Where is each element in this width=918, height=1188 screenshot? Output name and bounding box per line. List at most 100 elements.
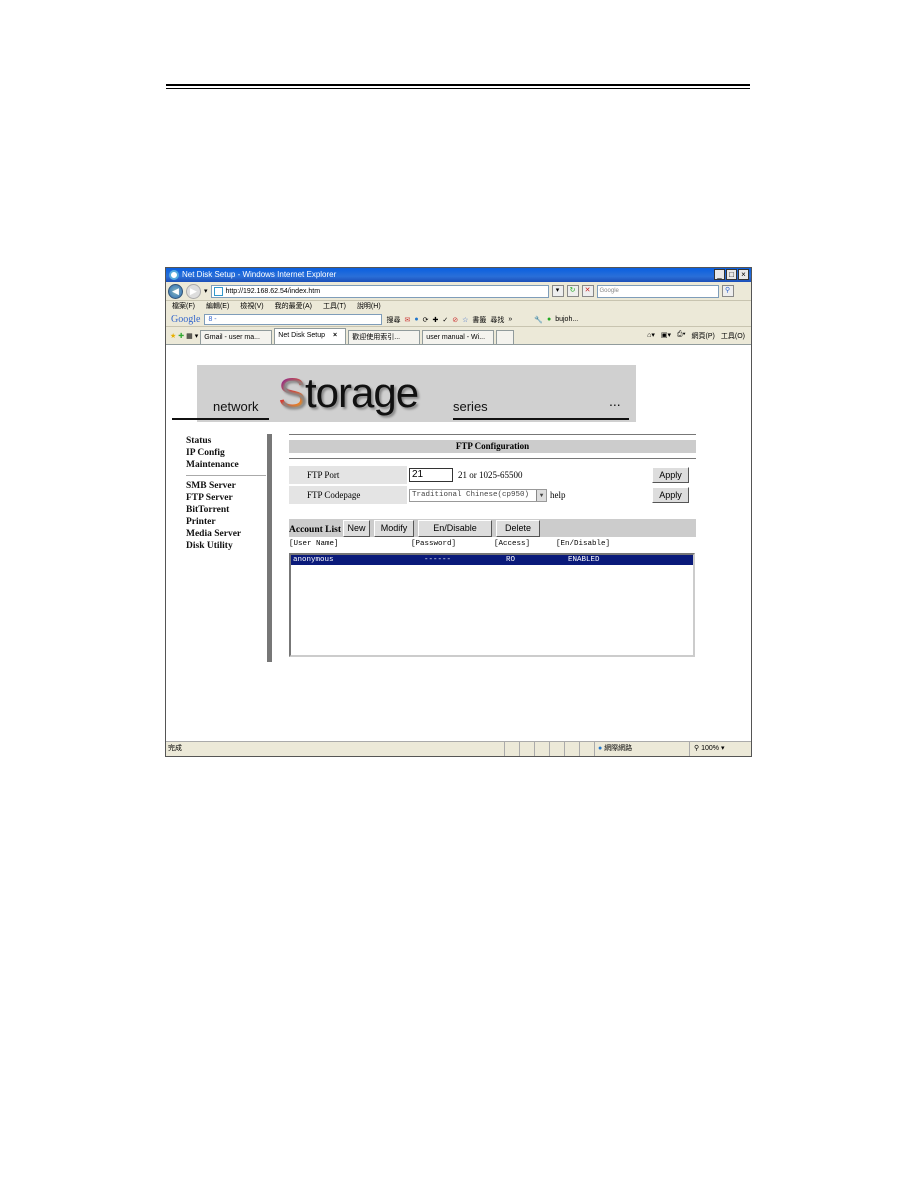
account-listbox[interactable]: anonymous ------ RO ENABLED [289, 553, 695, 657]
menu-edit[interactable]: 編輯(E) [206, 301, 229, 313]
product-banner: network Storage series ... [197, 365, 636, 422]
enable-disable-button[interactable]: En/Disable [418, 519, 492, 537]
apply-port-button[interactable]: Apply [652, 467, 689, 483]
puzzle-icon[interactable]: ✚ [432, 316, 438, 324]
search-icon[interactable]: ⚲ [721, 285, 734, 297]
tab-bar: ★ ✚ ▦ ▾ Gmail - user ma... Net Disk Setu… [166, 327, 751, 345]
feeds-icon[interactable]: ▣▾ [661, 331, 671, 341]
settings-wrench-icon[interactable]: 🔧 [534, 316, 543, 324]
history-dropdown-icon[interactable]: ▾ [204, 287, 208, 295]
col-access: [Access] [494, 540, 531, 548]
google-toolbar: Google 8 - 搜尋 ✉ ● ⟳ ✚ ✓ ⊘ ☆ 書籤 尋找 » 🔧 ● … [166, 313, 751, 327]
page-menu-button[interactable]: 網頁(P) [692, 331, 715, 341]
refresh-icon[interactable]: ↻ [566, 285, 579, 297]
new-account-button[interactable]: New [343, 519, 370, 537]
ftp-codepage-row: FTP Codepage Traditional Chinese(cp950) … [289, 485, 696, 505]
ftp-port-input[interactable]: 21 [409, 468, 453, 482]
gmail-icon[interactable]: ✉ [404, 316, 410, 324]
ftp-port-hint: 21 or 1025-65500 [458, 470, 523, 480]
tab-gmail[interactable]: Gmail - user ma... [200, 330, 273, 344]
tab-welcome-index[interactable]: 歡迎使用索引... [348, 330, 421, 344]
menu-view[interactable]: 檢視(V) [240, 301, 263, 313]
account-row[interactable]: anonymous ------ RO ENABLED [291, 555, 693, 565]
quick-tabs-icon[interactable]: ▦ [186, 332, 193, 340]
maximize-button[interactable]: □ [726, 269, 737, 280]
minimize-button[interactable]: _ [714, 269, 725, 280]
tab-user-manual[interactable]: user manual - Wi... [422, 330, 495, 344]
menu-help[interactable]: 說明(H) [357, 301, 381, 313]
ftp-port-row: FTP Port 21 21 or 1025-65500 Apply [289, 465, 696, 485]
google-logo: Google [171, 314, 201, 325]
nav-maintenance[interactable]: Maintenance [186, 459, 266, 471]
favorites-star-icon[interactable]: ★ [170, 332, 176, 340]
share-icon[interactable]: ⟳ [423, 316, 429, 324]
banner-network: network [213, 399, 259, 414]
menu-file[interactable]: 檔案(F) [172, 301, 195, 313]
tab-list-dropdown-icon[interactable]: ▾ [195, 332, 199, 340]
menu-bar: 檔案(F) 編輯(E) 檢視(V) 我的最愛(A) 工具(T) 說明(H) [166, 301, 751, 313]
print-icon[interactable]: ⎙▾ [677, 331, 686, 341]
account-list-title: Account List [289, 525, 341, 535]
close-button[interactable]: × [738, 269, 749, 280]
nav-ip-config[interactable]: IP Config [186, 447, 266, 459]
tools-menu-button[interactable]: 工具(O) [721, 331, 745, 341]
section-title: FTP Configuration [289, 440, 696, 453]
account-list-toolbar: Account List New Modify En/Disable Delet… [289, 519, 696, 537]
ftp-codepage-label: FTP Codepage [289, 486, 407, 504]
col-en-disable: [En/Disable] [556, 540, 611, 548]
ie-logo-icon [169, 270, 179, 280]
popup-blocker-icon[interactable]: ⊘ [452, 316, 458, 324]
nav-smb-server[interactable]: SMB Server [186, 480, 266, 492]
find-button[interactable]: 尋找 [490, 315, 504, 325]
banner-ellipsis: ... [609, 393, 621, 409]
window-title: Net Disk Setup - Windows Internet Explor… [182, 270, 337, 279]
chevron-down-icon[interactable]: ▼ [536, 489, 546, 501]
account-password: ------ [424, 556, 452, 564]
nav-bittorrent[interactable]: BitTorrent [186, 504, 266, 516]
status-text: 完成 [168, 745, 182, 752]
globe-icon[interactable]: ● [414, 316, 418, 323]
account-status: ENABLED [568, 556, 600, 564]
more-chevron-icon[interactable]: » [508, 316, 512, 323]
check-icon[interactable]: ✓ [442, 316, 448, 324]
nav-printer[interactable]: Printer [186, 516, 266, 528]
codepage-select[interactable]: Traditional Chinese(cp950) ▼ [409, 488, 547, 502]
url-dropdown-button[interactable]: ▾ [551, 285, 564, 297]
nav-media-server[interactable]: Media Server [186, 528, 266, 540]
home-icon[interactable]: ⌂▾ [647, 331, 655, 341]
divider [289, 458, 696, 459]
nav-ftp-server[interactable]: FTP Server [186, 492, 266, 504]
menu-tools[interactable]: 工具(T) [323, 301, 346, 313]
google-search-input[interactable]: 8 - [204, 314, 383, 325]
delete-account-button[interactable]: Delete [496, 519, 540, 537]
modify-account-button[interactable]: Modify [374, 519, 414, 537]
divider [289, 434, 696, 435]
star-icon[interactable]: ☆ [462, 316, 468, 324]
nav-divider [186, 475, 266, 476]
security-zone: ● 網際網路 [594, 742, 689, 756]
google-search-button[interactable]: 搜尋 [386, 315, 400, 325]
banner-series: series [453, 399, 488, 414]
status-bar: 完成 ● 網際網路 ⚲ 100% ▾ [166, 741, 751, 756]
forward-button[interactable]: ▶ [186, 283, 201, 299]
nav-status[interactable]: Status [186, 435, 266, 447]
page-content: network Storage series ... Status IP Con… [166, 348, 751, 741]
globe-zone-icon: ● [598, 745, 603, 752]
user-account-button[interactable]: bujoh... [555, 316, 578, 323]
magnifier-icon: ⚲ [694, 745, 700, 752]
help-link[interactable]: help [550, 490, 566, 500]
new-tab-button[interactable] [496, 330, 515, 344]
add-favorite-icon[interactable]: ✚ [178, 332, 184, 340]
nav-disk-utility[interactable]: Disk Utility [186, 540, 266, 552]
zoom-level[interactable]: ⚲ 100% ▾ [689, 742, 744, 756]
search-input[interactable]: Google [596, 284, 719, 298]
nav-separator-bar [267, 434, 272, 662]
back-button[interactable]: ◀ [168, 283, 183, 299]
stop-icon[interactable]: ✕ [581, 285, 594, 297]
bookmarks-button[interactable]: 書籤 [472, 315, 486, 325]
menu-favorites[interactable]: 我的最愛(A) [275, 301, 312, 313]
apply-codepage-button[interactable]: Apply [652, 487, 689, 503]
col-password: [Password] [411, 540, 457, 548]
url-field[interactable]: http://192.168.62.54/index.htm [210, 284, 549, 298]
tab-net-disk-setup[interactable]: Net Disk Setup × [274, 328, 347, 344]
